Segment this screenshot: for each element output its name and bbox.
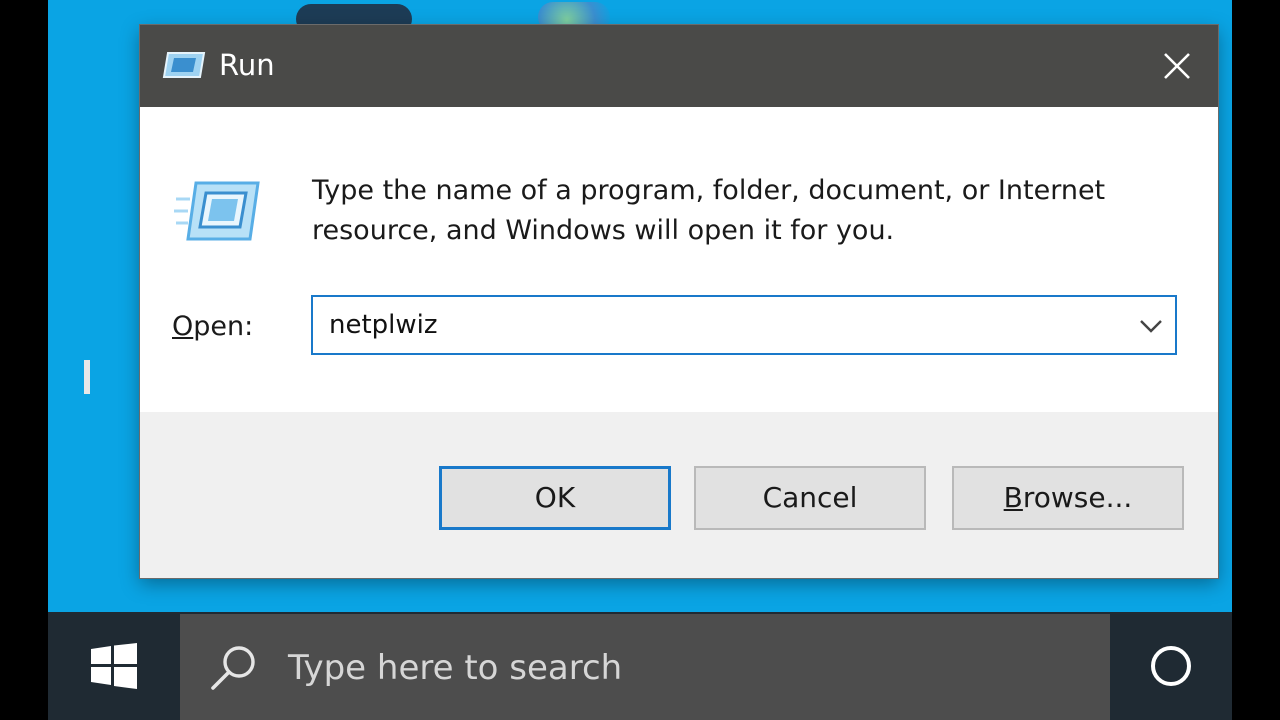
dialog-footer: OK Cancel Browse... <box>140 412 1218 578</box>
dialog-title: Run <box>219 48 275 82</box>
start-button[interactable] <box>48 612 180 720</box>
taskbar-search-box[interactable]: Type here to search <box>180 614 1110 720</box>
run-program-icon <box>174 181 260 241</box>
windows-logo-icon <box>91 643 137 689</box>
close-icon <box>1164 53 1190 79</box>
open-input[interactable]: netplwiz <box>329 307 438 343</box>
title-bar[interactable]: Run <box>140 25 1218 107</box>
run-icon <box>162 52 206 78</box>
open-label: Open: <box>172 311 254 342</box>
run-dialog: Run Type the name of a program, folder, … <box>140 25 1218 578</box>
search-icon <box>211 646 255 690</box>
desktop: Run Type the name of a program, folder, … <box>48 0 1232 720</box>
browse-button[interactable]: Browse... <box>952 466 1184 530</box>
taskbar: Type here to search <box>48 612 1232 720</box>
cancel-button[interactable]: Cancel <box>694 466 926 530</box>
cortana-circle-icon <box>1151 646 1191 686</box>
open-combobox[interactable]: netplwiz <box>311 295 1177 355</box>
dialog-content: Type the name of a program, folder, docu… <box>140 107 1218 412</box>
chevron-down-icon[interactable] <box>1137 313 1165 337</box>
ok-button[interactable]: OK <box>439 466 671 530</box>
search-placeholder[interactable]: Type here to search <box>288 646 622 690</box>
cortana-button[interactable] <box>1110 612 1232 720</box>
run-description: Type the name of a program, folder, docu… <box>312 175 1106 246</box>
close-button[interactable] <box>1136 25 1218 107</box>
desktop-icon-edge <box>84 360 90 394</box>
